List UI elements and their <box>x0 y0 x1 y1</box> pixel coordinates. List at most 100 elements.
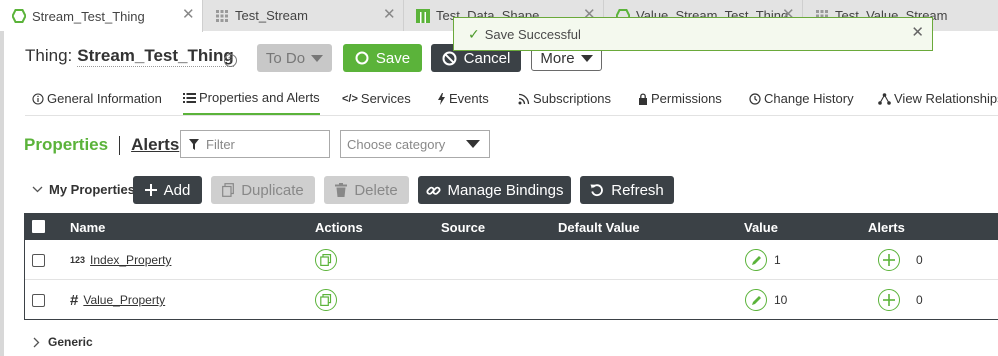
add-alert-button[interactable] <box>878 289 900 311</box>
close-icon[interactable]: ✕ <box>182 7 195 22</box>
relationships-icon <box>878 92 891 105</box>
properties-table: Name Actions Source Default Value Value … <box>24 213 998 320</box>
plus-icon <box>883 254 895 266</box>
entity-name: Stream_Test_Thing <box>77 46 234 67</box>
table-row: # Value_Property 10 0 <box>25 280 998 320</box>
generic-group[interactable]: Generic <box>33 335 93 349</box>
duplicate-button[interactable]: Duplicate <box>211 176 315 204</box>
copy-icon <box>320 254 332 266</box>
category-select[interactable]: Choose category <box>340 130 490 158</box>
filter-input[interactable]: Filter <box>180 130 330 158</box>
column-header: Value <box>744 220 778 235</box>
bolt-icon <box>437 92 446 105</box>
save-button[interactable]: Save <box>343 44 422 72</box>
tab-label: View Relationships <box>894 91 998 106</box>
todo-label: To Do <box>265 49 306 67</box>
rss-icon <box>518 93 530 105</box>
entity-nav-tabs: General Information Properties and Alert… <box>25 82 998 116</box>
property-name-link[interactable]: Value_Property <box>83 293 165 307</box>
tab-view-relationships[interactable]: View Relationships <box>878 82 998 115</box>
column-header: Alerts <box>868 220 905 235</box>
circle-icon <box>355 51 369 65</box>
plus-icon <box>144 184 157 196</box>
edit-value-button[interactable] <box>745 289 767 311</box>
trash-icon <box>335 183 348 197</box>
caret-down-icon <box>580 54 593 62</box>
manage-bindings-label: Manage Bindings <box>447 181 564 199</box>
pencil-icon <box>751 255 761 265</box>
stream-grid-icon <box>215 9 229 23</box>
tab-test-stream[interactable]: Test_Stream ✕ <box>203 0 404 31</box>
save-label: Save <box>375 49 411 67</box>
tab-stream-test-thing[interactable]: Stream_Test_Thing ✕ <box>0 0 203 32</box>
filter-icon <box>189 138 199 150</box>
refresh-button[interactable]: Refresh <box>580 176 674 204</box>
add-button[interactable]: Add <box>133 176 202 204</box>
tab-label: Permissions <box>651 91 722 106</box>
clock-icon <box>749 92 761 105</box>
select-all-checkbox[interactable] <box>32 220 45 233</box>
properties-toggle[interactable]: Properties <box>24 135 108 155</box>
help-icon[interactable]: ? <box>224 54 237 67</box>
plus-icon <box>883 294 895 306</box>
property-value: 10 <box>774 293 788 307</box>
entity-type-label: Thing: <box>25 46 73 65</box>
cancel-label: Cancel <box>463 49 511 67</box>
chevron-down-icon <box>32 186 43 193</box>
column-header[interactable]: Name <box>70 220 105 235</box>
caret-down-icon <box>311 54 324 62</box>
edit-value-button[interactable] <box>745 249 767 271</box>
left-accent-bar <box>0 31 4 356</box>
pencil-icon <box>751 295 761 305</box>
close-icon[interactable]: ✕ <box>383 7 396 22</box>
group-label: My Properties <box>49 182 135 197</box>
filter-placeholder: Filter <box>206 136 235 152</box>
manage-bindings-button[interactable]: Manage Bindings <box>418 176 571 204</box>
info-icon <box>32 92 44 105</box>
copy-icon <box>320 294 332 306</box>
row-checkbox[interactable] <box>32 253 45 267</box>
delete-button[interactable]: Delete <box>324 176 409 204</box>
lock-icon <box>638 92 648 105</box>
thing-hexagon-icon <box>12 9 26 23</box>
group-label: Generic <box>48 335 93 349</box>
tab-subscriptions[interactable]: Subscriptions <box>518 82 611 115</box>
tab-properties-and-alerts[interactable]: Properties and Alerts <box>183 82 320 115</box>
code-icon: </> <box>342 92 358 105</box>
add-alert-button[interactable] <box>878 249 900 271</box>
tab-permissions[interactable]: Permissions <box>638 82 722 115</box>
chevron-right-icon <box>33 337 40 348</box>
my-properties-group[interactable]: My Properties <box>32 182 135 197</box>
delete-label: Delete <box>354 181 398 199</box>
alert-count: 0 <box>916 293 923 307</box>
table-header: Name Actions Source Default Value Value … <box>25 214 998 240</box>
tab-services[interactable]: </> Services <box>342 82 411 115</box>
todo-button[interactable]: To Do <box>257 44 332 72</box>
alerts-toggle[interactable]: Alerts <box>131 135 179 155</box>
tab-label: Events <box>449 91 489 106</box>
ban-icon <box>442 51 457 66</box>
datashape-icon <box>416 8 430 23</box>
hash-type-icon: # <box>70 291 79 309</box>
link-icon <box>425 183 441 198</box>
refresh-label: Refresh <box>611 181 664 199</box>
property-actions-button[interactable] <box>315 289 337 311</box>
tab-change-history[interactable]: Change History <box>749 82 854 115</box>
tab-label: Subscriptions <box>533 91 612 106</box>
tab-events[interactable]: Events <box>437 82 489 115</box>
save-successful-toast: ✓ Save Successful ✕ <box>453 17 933 51</box>
column-header[interactable]: Source <box>441 220 485 235</box>
property-actions-button[interactable] <box>315 249 337 271</box>
table-row: 123 Index_Property 1 0 <box>25 240 998 280</box>
page-title: Thing: Stream_Test_Thing <box>25 46 234 67</box>
tab-label: Services <box>360 91 411 106</box>
row-checkbox[interactable] <box>32 293 45 307</box>
toast-message: Save Successful <box>484 26 581 42</box>
refresh-icon <box>590 183 604 197</box>
close-icon[interactable]: ✕ <box>911 25 924 40</box>
tab-general-information[interactable]: General Information <box>32 82 162 115</box>
copy-icon <box>222 183 235 197</box>
property-name-link[interactable]: Index_Property <box>90 253 171 267</box>
alert-count: 0 <box>916 253 923 267</box>
tab-label: General Information <box>47 91 162 106</box>
